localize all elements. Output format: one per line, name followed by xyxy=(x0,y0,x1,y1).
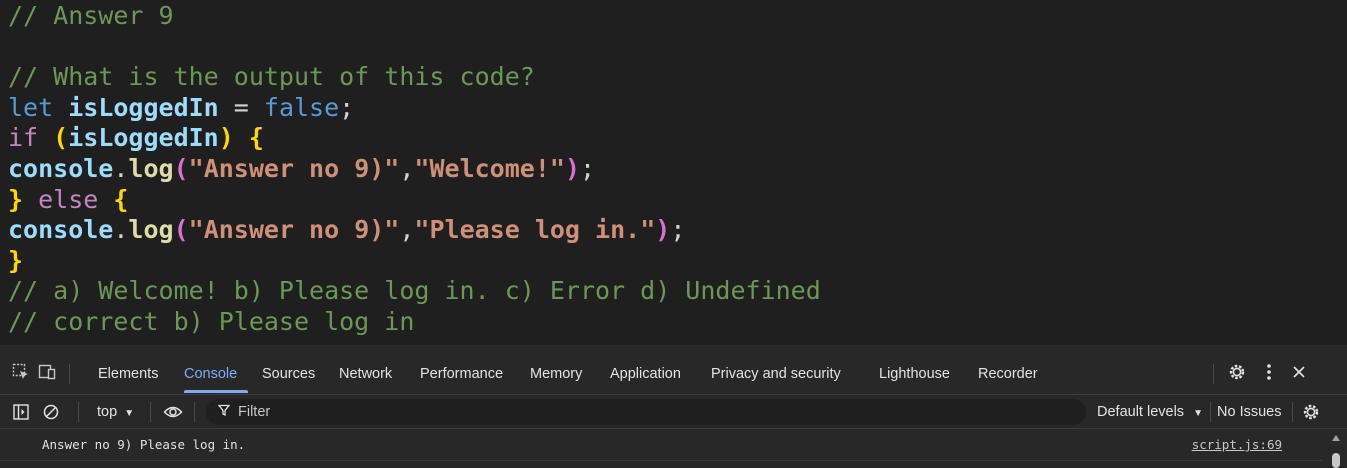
scroll-up-arrow-icon[interactable] xyxy=(1332,435,1340,441)
code-token: false xyxy=(263,92,340,122)
filter-icon xyxy=(217,404,231,420)
code-token: = xyxy=(218,92,264,122)
tab-application[interactable]: Application xyxy=(610,353,681,395)
code-line: // correct b) Please log in xyxy=(8,307,821,338)
issues-label: No Issues xyxy=(1217,404,1282,420)
code-token: "Please log in." xyxy=(414,215,656,245)
device-toolbar-icon[interactable] xyxy=(36,361,58,383)
more-vertical-icon[interactable] xyxy=(1258,361,1280,383)
tab-performance[interactable]: Performance xyxy=(420,353,503,395)
log-levels-label: Default levels xyxy=(1097,404,1185,420)
inspect-element-icon[interactable] xyxy=(10,361,32,383)
active-tab-indicator xyxy=(184,390,248,393)
console-message-row: Answer no 9) Please log in. script.js:69 xyxy=(0,429,1322,461)
code-token: // a) Welcome! b) Please log in. c) Erro… xyxy=(8,276,821,306)
code-line: console.log("Answer no 9)","Please log i… xyxy=(8,215,821,246)
code-token: "Answer no 9)" xyxy=(188,215,400,245)
console-filter[interactable] xyxy=(206,399,1086,425)
tab-memory[interactable]: Memory xyxy=(530,353,582,395)
chevron-down-icon: ▼ xyxy=(1193,408,1203,419)
console-source-link[interactable]: script.js:69 xyxy=(1192,429,1282,461)
tab-lighthouse[interactable]: Lighthouse xyxy=(879,353,950,395)
code-token: { xyxy=(113,184,129,214)
code-token: . xyxy=(113,153,129,183)
code-token: else xyxy=(23,184,114,214)
context-selector[interactable]: top ▼ xyxy=(97,395,134,429)
code-token: let xyxy=(8,92,69,122)
tab-privacy-and-security[interactable]: Privacy and security xyxy=(711,353,841,395)
issues-button[interactable]: No Issues xyxy=(1217,395,1281,429)
toolbar-divider xyxy=(1292,402,1293,422)
code-line: } xyxy=(8,246,821,277)
code-token: if xyxy=(8,123,54,153)
code-token: ( xyxy=(173,153,189,183)
code-line: } else { xyxy=(8,185,821,216)
code-token: . xyxy=(113,215,129,245)
code-line: // Answer 9 xyxy=(8,1,821,32)
code-token: log xyxy=(128,153,174,183)
close-icon[interactable] xyxy=(1288,361,1310,383)
code-token: console xyxy=(8,215,114,245)
console-message: Answer no 9) Please log in. xyxy=(42,437,246,452)
toolbar-divider xyxy=(78,402,79,422)
code-line: let isLoggedIn = false; xyxy=(8,93,821,124)
console-settings-gear-icon[interactable] xyxy=(1300,401,1322,423)
tab-bar-divider-right xyxy=(1213,364,1214,384)
code-token: ) xyxy=(655,215,671,245)
code-token: console xyxy=(8,153,114,183)
code-editor[interactable]: // Answer 9 // What is the output of this… xyxy=(0,0,1347,345)
toolbar-divider xyxy=(150,402,151,422)
tab-bar-divider xyxy=(69,364,70,384)
console-toolbar: top ▼ Default levels ▼ No Issues xyxy=(0,395,1347,429)
code-token: "Answer no 9)" xyxy=(188,153,400,183)
sidebar-toggle-icon[interactable] xyxy=(10,401,32,423)
code-token: ) xyxy=(564,153,580,183)
code-line: // What is the output of this code? xyxy=(8,62,821,93)
chevron-down-icon: ▼ xyxy=(124,408,135,419)
toolbar-divider xyxy=(194,402,195,422)
code-line: console.log("Answer no 9)","Welcome!"); xyxy=(8,154,821,185)
tab-network[interactable]: Network xyxy=(339,353,392,395)
code-token: ; xyxy=(670,215,686,245)
console-scrollbar[interactable] xyxy=(1325,429,1347,468)
code-token: isLoggedIn xyxy=(68,92,219,122)
code-line: if (isLoggedIn) { xyxy=(8,123,821,154)
code-token: } xyxy=(8,245,24,275)
code-token: // correct b) Please log in xyxy=(8,306,415,336)
tab-recorder[interactable]: Recorder xyxy=(978,353,1038,395)
tab-console[interactable]: Console xyxy=(184,353,237,395)
code-token: , xyxy=(399,153,415,183)
code-token: { xyxy=(248,123,264,153)
filter-input[interactable] xyxy=(236,403,1056,421)
tab-sources[interactable]: Sources xyxy=(262,353,315,395)
eye-icon[interactable] xyxy=(162,401,184,423)
code-line: // a) Welcome! b) Please log in. c) Erro… xyxy=(8,276,821,307)
code-token: ( xyxy=(173,215,189,245)
code-token: // What is the output of this code? xyxy=(8,62,535,92)
code-token: } xyxy=(8,184,24,214)
code-token: log xyxy=(128,215,174,245)
toolbar-divider xyxy=(1210,402,1211,422)
code-token: "Welcome!" xyxy=(414,153,565,183)
code-token: , xyxy=(399,215,415,245)
code-token: ( xyxy=(53,123,69,153)
clear-console-icon[interactable] xyxy=(40,401,62,423)
code-token: // Answer 9 xyxy=(8,1,174,30)
code-content[interactable]: // Answer 9 // What is the output of this… xyxy=(8,1,821,338)
code-token: ; xyxy=(339,92,355,122)
code-token: ) xyxy=(218,123,234,153)
log-levels-dropdown[interactable]: Default levels ▼ xyxy=(1097,395,1203,429)
gear-icon[interactable] xyxy=(1226,361,1248,383)
context-label: top xyxy=(97,404,118,420)
code-token: ; xyxy=(580,153,596,183)
devtools-tab-bar: Elements Console Sources Network Performance… xyxy=(0,353,1347,395)
devtools-panel: Elements Console Sources Network Performance… xyxy=(0,345,1347,468)
scrollbar-thumb[interactable] xyxy=(1332,453,1340,468)
tab-elements[interactable]: Elements xyxy=(98,353,158,395)
code-token: isLoggedIn xyxy=(68,123,219,153)
